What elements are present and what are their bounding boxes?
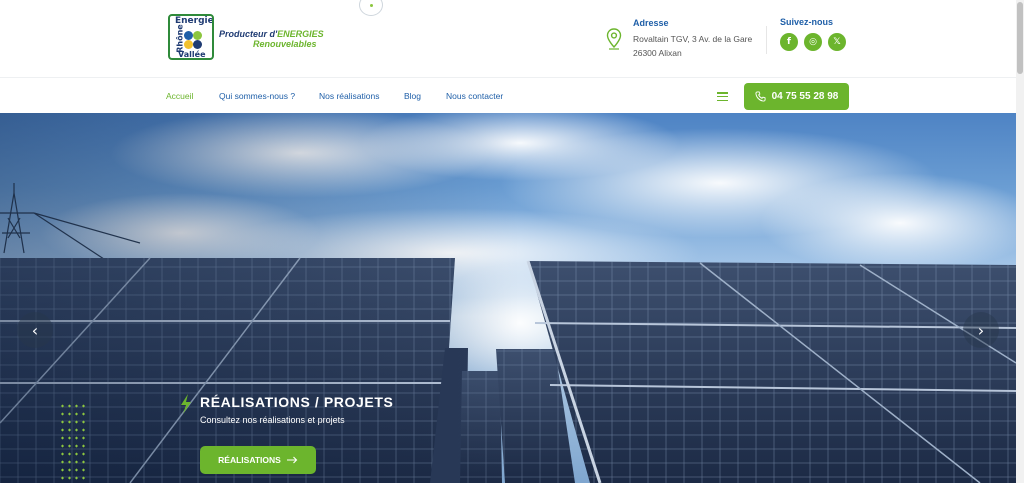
page-scrollbar[interactable] bbox=[1016, 0, 1024, 483]
realisations-button[interactable]: RÉALISATIONS bbox=[200, 446, 316, 474]
nav-item-contact[interactable]: Nous contacter bbox=[446, 91, 503, 101]
logo-word-side: Rhône bbox=[175, 24, 185, 53]
hero-title: RÉALISATIONS / PROJETS bbox=[200, 394, 394, 410]
nav-item-qui-sommes-nous[interactable]: Qui sommes-nous ? bbox=[219, 91, 295, 101]
site-header: Energie Rhône Vallée Producteur d'ENERGI… bbox=[0, 0, 1016, 77]
nav-item-accueil[interactable]: Accueil bbox=[166, 91, 193, 101]
map-pin-icon bbox=[606, 28, 622, 50]
main-nav: Accueil Qui sommes-nous ? Nos réalisatio… bbox=[0, 77, 1016, 113]
decorative-dots bbox=[59, 402, 89, 482]
hero-slider: ‹ › RÉALISATIONS / PROJETS Consultez nos… bbox=[0, 113, 1016, 483]
phone-icon bbox=[755, 91, 766, 102]
header-divider bbox=[766, 26, 767, 54]
logo-dot-navy bbox=[193, 40, 202, 49]
follow-title: Suivez-nous bbox=[780, 17, 834, 27]
arrow-right-icon bbox=[286, 456, 298, 464]
phone-button[interactable]: 04 75 55 28 98 bbox=[744, 83, 849, 110]
scrollbar-thumb[interactable] bbox=[1017, 2, 1023, 74]
slider-next-button[interactable]: › bbox=[963, 312, 999, 348]
instagram-icon[interactable]: ◎ bbox=[804, 33, 822, 51]
loader-indicator bbox=[359, 0, 383, 16]
facebook-icon[interactable]: f bbox=[780, 33, 798, 51]
hero-subtitle: Consultez nos réalisations et projets bbox=[200, 415, 345, 425]
logo-dot-blue bbox=[184, 31, 193, 40]
address-title: Adresse bbox=[633, 18, 669, 28]
nav-item-realisations[interactable]: Nos réalisations bbox=[319, 91, 379, 101]
lightning-icon bbox=[181, 394, 191, 414]
address-street: Rovaltain TGV, 3 Av. de la Gare bbox=[633, 34, 753, 44]
phone-number: 04 75 55 28 98 bbox=[771, 91, 839, 102]
nav-item-blog[interactable]: Blog bbox=[404, 91, 421, 101]
site-logo[interactable]: Energie Rhône Vallée bbox=[168, 14, 214, 60]
hamburger-icon[interactable] bbox=[717, 92, 728, 102]
logo-dot-green bbox=[193, 31, 202, 40]
x-icon[interactable]: 𝕏 bbox=[828, 33, 846, 51]
address-city: 26300 Alixan bbox=[633, 48, 682, 58]
logo-dot-yellow bbox=[184, 40, 193, 49]
slider-prev-button[interactable]: ‹ bbox=[17, 312, 53, 348]
logo-tagline: Producteur d'ENERGIES Renouvelables bbox=[219, 29, 324, 49]
logo-word-bottom: Vallée bbox=[178, 50, 206, 59]
